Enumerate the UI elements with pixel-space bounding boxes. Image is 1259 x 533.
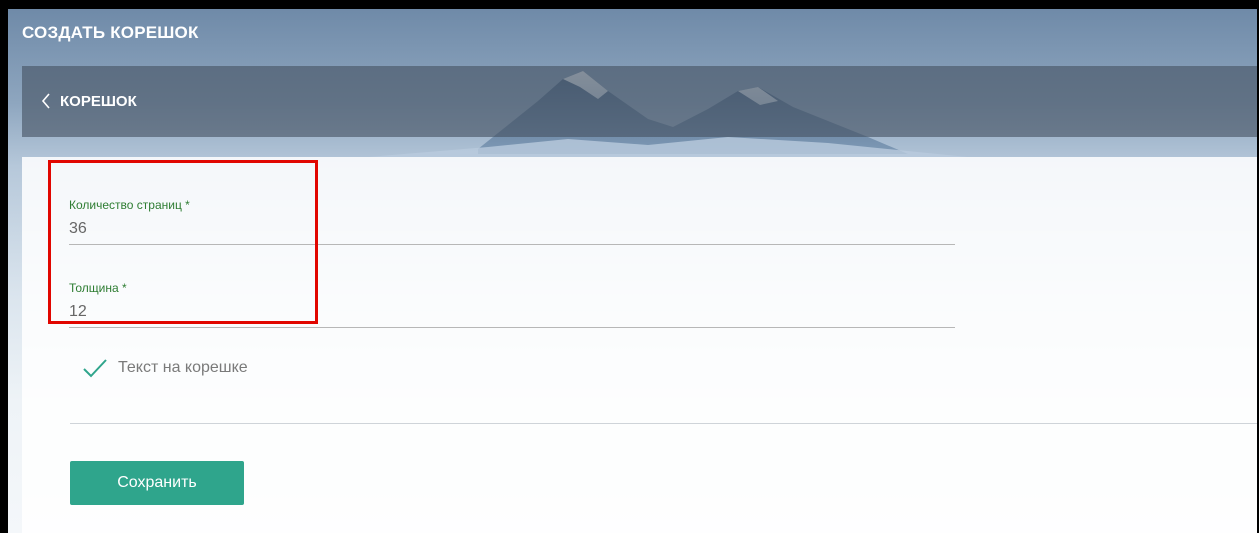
checkmark-icon: [83, 359, 107, 378]
frame-left: [0, 0, 8, 533]
back-link[interactable]: КОРЕШОК: [40, 92, 137, 110]
sub-header-bar: КОРЕШОК: [22, 66, 1257, 137]
spine-text-checkbox[interactable]: Текст на корешке: [82, 357, 248, 379]
form-divider: [70, 423, 1257, 424]
pages-field: Количество страниц *: [69, 198, 955, 245]
thickness-field: Толщина *: [69, 281, 955, 328]
spine-text-checkbox-label: Текст на корешке: [118, 359, 248, 376]
frame-top: [0, 0, 1259, 9]
back-link-label: КОРЕШОК: [60, 92, 137, 110]
chevron-left-icon: [41, 93, 50, 109]
thickness-input[interactable]: [69, 303, 955, 328]
screenshot-page: СОЗДАТЬ КОРЕШОК КОРЕШОК Количество стран…: [0, 0, 1259, 533]
page-title: СОЗДАТЬ КОРЕШОК: [22, 23, 199, 42]
save-button[interactable]: Сохранить: [70, 461, 244, 505]
pages-field-label: Количество страниц *: [69, 198, 190, 212]
form-card: Количество страниц * Толщина * Текст на …: [22, 157, 1257, 533]
pages-input[interactable]: [69, 220, 955, 245]
thickness-field-label: Толщина *: [69, 281, 127, 295]
app-viewport: СОЗДАТЬ КОРЕШОК КОРЕШОК Количество стран…: [8, 9, 1257, 533]
app-header: СОЗДАТЬ КОРЕШОК: [8, 9, 1257, 61]
